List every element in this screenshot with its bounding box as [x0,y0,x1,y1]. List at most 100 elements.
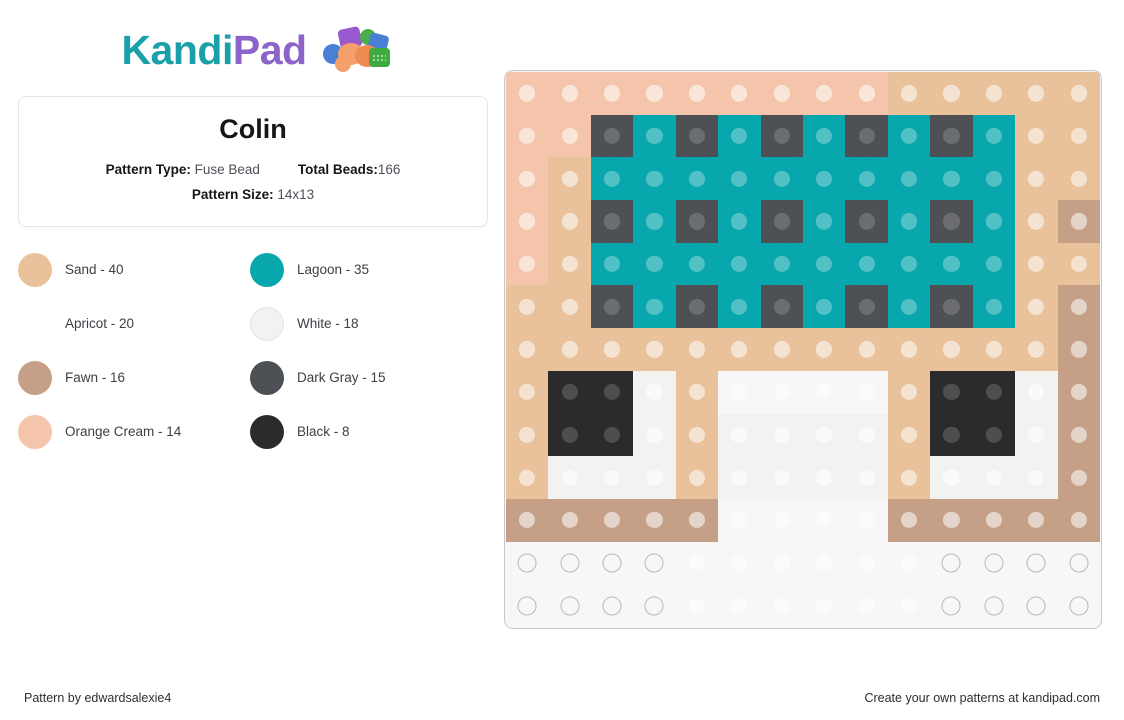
bead-cell[interactable] [1057,328,1101,371]
bead-cell[interactable] [590,242,634,286]
bead-cell[interactable] [930,72,974,115]
bead-cell[interactable] [887,456,931,499]
bead-cell[interactable] [972,584,1016,627]
bead-cell[interactable] [1057,370,1101,414]
bead-cell[interactable] [803,542,845,585]
bead-cell[interactable] [633,200,677,243]
bead-cell[interactable] [1057,72,1101,115]
bead-cell[interactable] [1015,456,1058,499]
bead-cell[interactable] [802,114,846,158]
bead-cell[interactable] [930,200,974,243]
bead-cell[interactable] [845,242,889,286]
bead-cell[interactable] [845,72,889,115]
bead-cell[interactable] [548,370,592,414]
bead-cell[interactable] [802,200,846,243]
bead-cell[interactable] [845,114,889,158]
bead-cell[interactable] [1015,584,1058,627]
bead-cell[interactable] [590,157,634,201]
bead-cell[interactable] [972,285,1016,329]
bead-cell[interactable] [548,413,592,457]
bead-cell[interactable] [1015,157,1058,201]
bead-cell[interactable] [718,285,761,329]
bead-cell[interactable] [506,498,549,542]
bead-cell[interactable] [675,72,719,115]
bead-cell[interactable] [718,371,760,414]
bead-cell[interactable] [930,114,974,158]
legend-item[interactable]: Dark Gray - 15 [250,360,482,395]
bead-cell[interactable] [675,200,719,243]
bead-cell[interactable] [718,157,761,201]
bead-cell[interactable] [802,242,846,286]
bead-cell[interactable] [718,328,761,371]
bead-cell[interactable] [802,157,846,201]
bead-cell[interactable] [972,72,1016,115]
bead-cell[interactable] [506,584,549,627]
bead-cell[interactable] [718,72,761,115]
bead-cell[interactable] [760,114,804,158]
bead-cell[interactable] [506,242,549,286]
bead-cell[interactable] [1015,370,1058,414]
bead-cell[interactable] [803,371,845,414]
bead-cell[interactable] [590,541,634,585]
bead-cell[interactable] [930,370,974,414]
bead-cell[interactable] [802,328,846,371]
bead-cell[interactable] [761,371,803,414]
legend-item[interactable]: Sand - 40 [18,252,250,287]
bead-cell[interactable] [1057,242,1101,286]
pattern-canvas[interactable] [504,70,1102,629]
bead-cell[interactable] [718,200,761,243]
bead-cell[interactable] [548,456,592,499]
legend-item[interactable]: Orange Cream - 14 [18,414,250,449]
bead-cell[interactable] [760,413,804,457]
bead-cell[interactable] [718,114,761,158]
bead-cell[interactable] [760,157,804,201]
bead-cell[interactable] [930,242,974,286]
bead-cell[interactable] [590,370,634,414]
bead-cell[interactable] [845,157,889,201]
app-logo[interactable]: KandiPad [18,14,488,86]
bead-cell[interactable] [590,285,634,329]
bead-cell[interactable] [633,498,677,542]
bead-cell[interactable] [506,157,549,201]
bead-cell[interactable] [760,242,804,286]
bead-cell[interactable] [887,285,931,329]
bead-cell[interactable] [590,114,634,158]
bead-cell[interactable] [506,285,549,329]
bead-cell[interactable] [972,541,1016,585]
bead-cell[interactable] [888,584,930,627]
bead-cell[interactable] [633,114,677,158]
bead-cell[interactable] [548,584,591,627]
bead-cell[interactable] [675,498,719,542]
bead-cell[interactable] [548,541,591,585]
bead-cell[interactable] [930,328,974,371]
bead-cell[interactable] [972,413,1016,457]
bead-cell[interactable] [845,584,887,627]
bead-cell[interactable] [1015,328,1058,371]
bead-cell[interactable] [633,413,677,457]
bead-cell[interactable] [1015,413,1058,457]
bead-cell[interactable] [1057,157,1101,201]
bead-grid[interactable] [506,72,1101,627]
bead-cell[interactable] [590,456,634,499]
bead-cell[interactable] [718,413,761,457]
bead-cell[interactable] [802,72,846,115]
bead-cell[interactable] [718,456,761,499]
bead-cell[interactable] [676,584,718,627]
bead-cell[interactable] [1057,456,1101,499]
bead-cell[interactable] [761,499,803,542]
bead-cell[interactable] [633,285,677,329]
bead-cell[interactable] [548,328,592,371]
bead-cell[interactable] [676,542,718,585]
bead-cell[interactable] [802,456,846,499]
bead-cell[interactable] [548,72,592,115]
bead-cell[interactable] [930,456,974,499]
bead-cell[interactable] [590,328,634,371]
bead-cell[interactable] [506,370,549,414]
bead-cell[interactable] [506,72,549,115]
bead-cell[interactable] [972,370,1016,414]
bead-cell[interactable] [1057,285,1101,329]
bead-cell[interactable] [887,242,931,286]
bead-cell[interactable] [887,114,931,158]
bead-cell[interactable] [761,584,803,627]
bead-cell[interactable] [930,498,974,542]
